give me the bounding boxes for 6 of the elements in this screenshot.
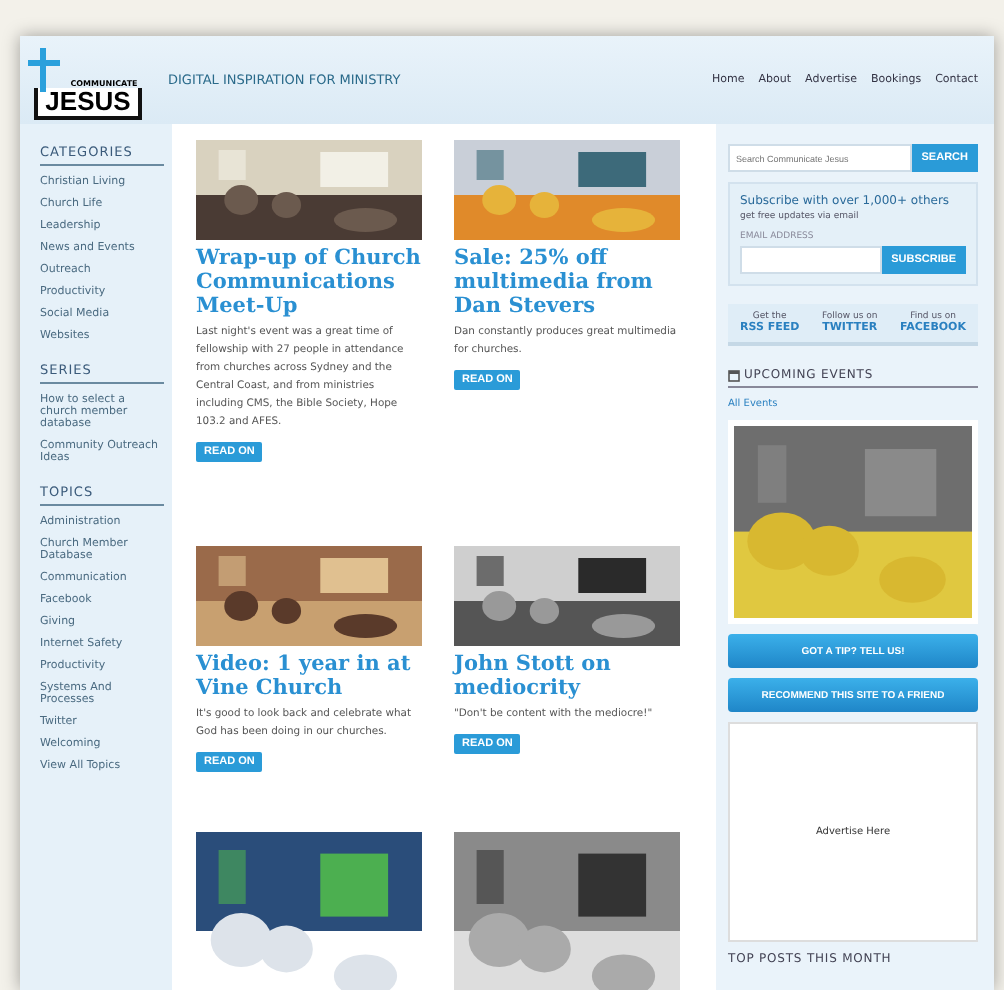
post-title[interactable]: John Stott on mediocrity (454, 652, 680, 700)
post-title[interactable]: Wrap-up of Church Communications Meet-Up (196, 246, 422, 318)
post-title[interactable]: Sale: 25% off multimedia from Dan Stevers (454, 246, 680, 318)
calendar-icon (728, 369, 740, 381)
email-field[interactable] (740, 246, 882, 274)
post-title[interactable]: Video: 1 year in at Vine Church (196, 652, 422, 700)
